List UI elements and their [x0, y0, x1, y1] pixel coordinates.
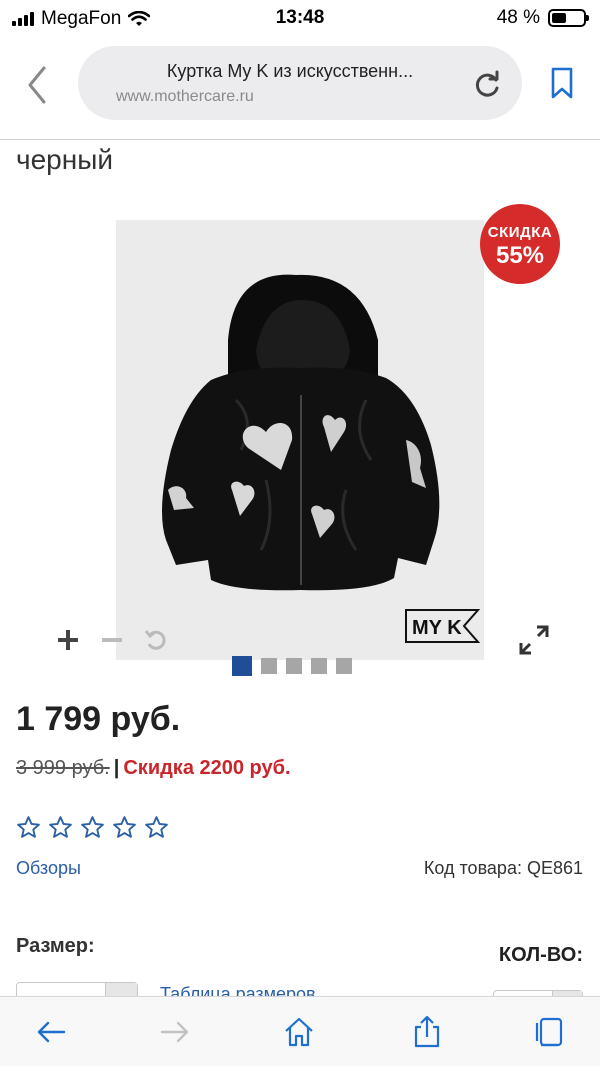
image-zoom-controls: [52, 626, 192, 656]
discount-badge-label: СКИДКА: [487, 224, 553, 241]
product-color: черный: [16, 144, 113, 175]
product-image[interactable]: MY K: [116, 220, 484, 660]
zoom-out-icon[interactable]: [98, 626, 126, 654]
gallery-pagination: [232, 656, 352, 676]
old-price: 3 999 руб.: [16, 757, 110, 779]
gallery-dot[interactable]: [232, 656, 252, 676]
star-icon[interactable]: [48, 815, 73, 840]
share-icon[interactable]: [410, 1015, 444, 1049]
browser-address-bar: Куртка My K из искусственн... www.mother…: [0, 36, 600, 140]
fullscreen-icon[interactable]: [518, 624, 550, 656]
page-domain: www.mothercare.ru: [116, 88, 254, 105]
quantity-label: КОЛ-ВО:: [498, 944, 583, 966]
discount-badge: СКИДКА 55%: [480, 204, 560, 284]
star-icon[interactable]: [16, 815, 41, 840]
jacket-image: [162, 274, 440, 591]
brand-logo: MY K: [405, 609, 480, 643]
star-icon[interactable]: [144, 815, 169, 840]
browser-toolbar: [0, 996, 600, 1066]
reload-icon[interactable]: [470, 68, 504, 102]
current-price: 1 799 руб.: [16, 700, 181, 738]
rating-stars[interactable]: [16, 815, 169, 840]
size-label: Размер:: [16, 935, 95, 957]
tabs-icon[interactable]: [532, 1015, 566, 1049]
bookmark-icon[interactable]: [546, 66, 578, 100]
discount-amount: Скидка 2200 руб.: [123, 757, 291, 779]
svg-text:MY K: MY K: [412, 617, 462, 639]
reset-zoom-icon[interactable]: [142, 626, 170, 654]
product-code: Код товара: QE861: [423, 858, 583, 878]
zoom-in-icon[interactable]: [54, 626, 82, 654]
back-arrow-icon[interactable]: [34, 1015, 68, 1049]
price-details: 3 999 руб. | Скидка 2200 руб.: [16, 757, 291, 780]
battery-percent: 48 %: [496, 7, 540, 28]
gallery-dot[interactable]: [311, 658, 327, 674]
discount-badge-percent: 55%: [495, 242, 545, 269]
price-separator: |: [113, 757, 120, 779]
gallery-dot[interactable]: [286, 658, 302, 674]
status-bar: MegaFon 13:48 48 %: [0, 0, 600, 36]
url-field[interactable]: Куртка My K из искусственн... www.mother…: [78, 46, 522, 120]
home-icon[interactable]: [282, 1015, 316, 1049]
star-icon[interactable]: [80, 815, 105, 840]
forward-arrow-icon: [160, 1021, 189, 1043]
gallery-dot[interactable]: [336, 658, 352, 674]
star-icon[interactable]: [112, 815, 137, 840]
page-title: Куртка My K из искусственн...: [166, 61, 414, 81]
battery-icon: [548, 9, 589, 27]
gallery-dot[interactable]: [261, 658, 277, 674]
back-chevron-icon[interactable]: [20, 62, 56, 108]
reviews-link[interactable]: Обзоры: [16, 858, 81, 879]
